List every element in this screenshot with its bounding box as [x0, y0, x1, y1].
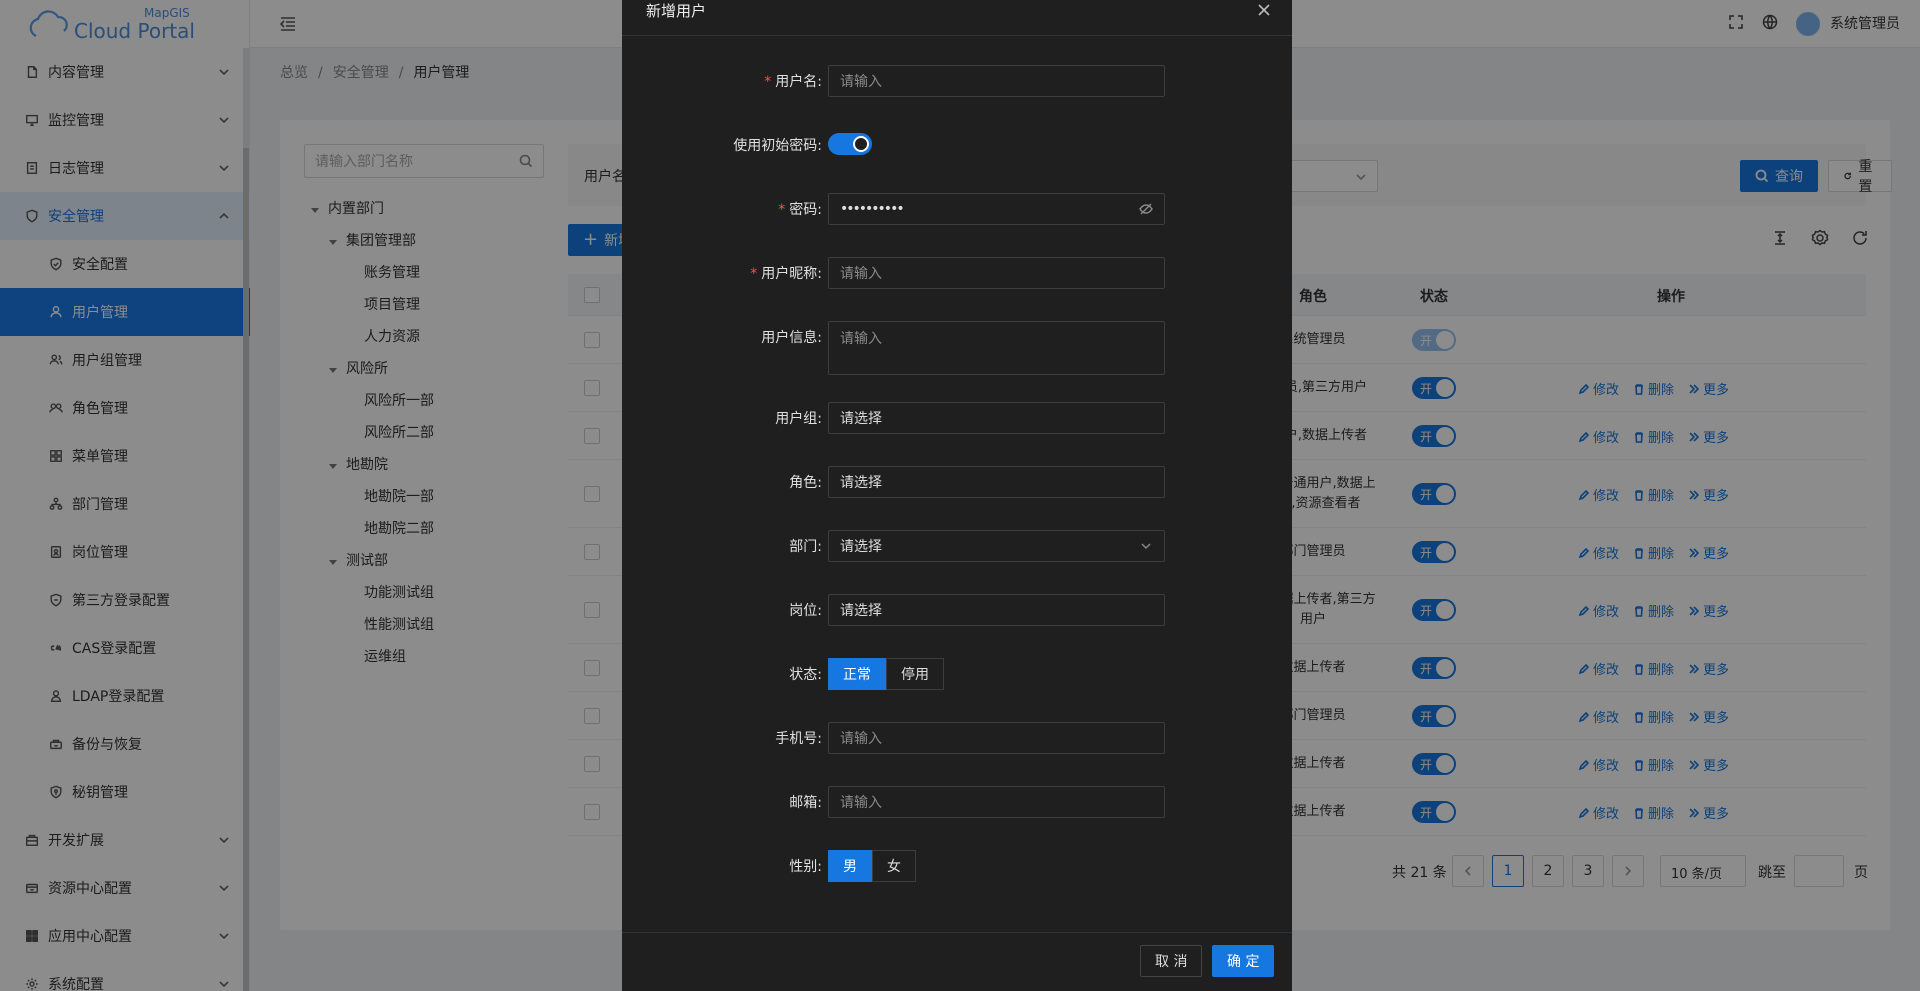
group-select[interactable]: 请选择: [828, 402, 1165, 434]
phone-row: 手机号: 请输入: [622, 720, 1292, 754]
role-placeholder: 请选择: [840, 475, 882, 491]
username-label: 用户名:: [775, 74, 822, 90]
status-row: 状态: 正常 停用: [622, 656, 1292, 690]
status-disabled-radio[interactable]: 停用: [886, 658, 944, 690]
user-info-textarea[interactable]: 请输入: [828, 321, 1165, 375]
nickname-placeholder: 请输入: [840, 266, 882, 282]
password-input[interactable]: ••••••••••: [828, 193, 1165, 225]
group-label: 用户组:: [775, 411, 822, 427]
gender-female-radio[interactable]: 女: [872, 850, 916, 882]
role-select[interactable]: 请选择: [828, 466, 1165, 498]
email-row: 邮箱: 请输入: [622, 784, 1292, 818]
dept-placeholder: 请选择: [840, 539, 882, 555]
username-row: * 用户名: 请输入: [622, 63, 1292, 97]
user-info-label: 用户信息:: [761, 330, 822, 346]
post-label: 岗位:: [789, 603, 822, 619]
dept-row: 部门: 请选择: [622, 528, 1292, 562]
username-placeholder: 请输入: [840, 74, 882, 90]
password-label: 密码:: [789, 202, 822, 218]
password-value: ••••••••••: [840, 201, 905, 217]
email-label: 邮箱:: [789, 795, 822, 811]
modal-title: 新增用户: [646, 2, 707, 20]
username-input[interactable]: 请输入: [828, 65, 1165, 97]
dept-label: 部门:: [789, 539, 822, 555]
phone-placeholder: 请输入: [840, 731, 882, 747]
email-placeholder: 请输入: [840, 795, 882, 811]
modal-footer: 取 消 确 定: [622, 932, 1292, 991]
user-info-placeholder: 请输入: [840, 331, 882, 347]
nickname-label: 用户昵称:: [761, 266, 822, 282]
confirm-button[interactable]: 确 定: [1212, 945, 1275, 977]
phone-label: 手机号:: [775, 731, 822, 747]
user-info-row: 用户信息: 请输入: [622, 319, 1292, 375]
role-label: 角色:: [789, 475, 822, 491]
chevron-down-icon: [1141, 543, 1151, 550]
init-password-switch[interactable]: [828, 133, 872, 155]
status-label: 状态:: [789, 667, 822, 683]
gender-male-radio[interactable]: 男: [828, 850, 872, 882]
dept-select[interactable]: 请选择: [828, 530, 1165, 562]
post-select[interactable]: 请选择: [828, 594, 1165, 626]
nickname-row: * 用户昵称: 请输入: [622, 255, 1292, 289]
group-placeholder: 请选择: [840, 411, 882, 427]
modal-header: 新增用户: [622, 0, 1292, 36]
init-password-label: 使用初始密码:: [733, 138, 822, 154]
group-row: 用户组: 请选择: [622, 400, 1292, 434]
phone-input[interactable]: 请输入: [828, 722, 1165, 754]
close-icon[interactable]: [1256, 2, 1272, 18]
init-password-row: 使用初始密码:: [622, 127, 1292, 161]
eye-off-icon[interactable]: [1139, 202, 1153, 216]
gender-radio-group: 男 女: [828, 850, 916, 882]
status-radio-group: 正常 停用: [828, 658, 944, 690]
add-user-modal: 新增用户 * 用户名: 请输入 使用初始密码: * 密码: •••••••••• *…: [622, 0, 1292, 991]
nickname-input[interactable]: 请输入: [828, 257, 1165, 289]
status-normal-radio[interactable]: 正常: [828, 658, 886, 690]
cancel-button[interactable]: 取 消: [1140, 945, 1203, 977]
post-placeholder: 请选择: [840, 603, 882, 619]
role-row: 角色: 请选择: [622, 464, 1292, 498]
password-row: * 密码: ••••••••••: [622, 191, 1292, 225]
email-input[interactable]: 请输入: [828, 786, 1165, 818]
gender-row: 性别: 男 女: [622, 848, 1292, 882]
post-row: 岗位: 请选择: [622, 592, 1292, 626]
gender-label: 性别:: [789, 859, 822, 875]
